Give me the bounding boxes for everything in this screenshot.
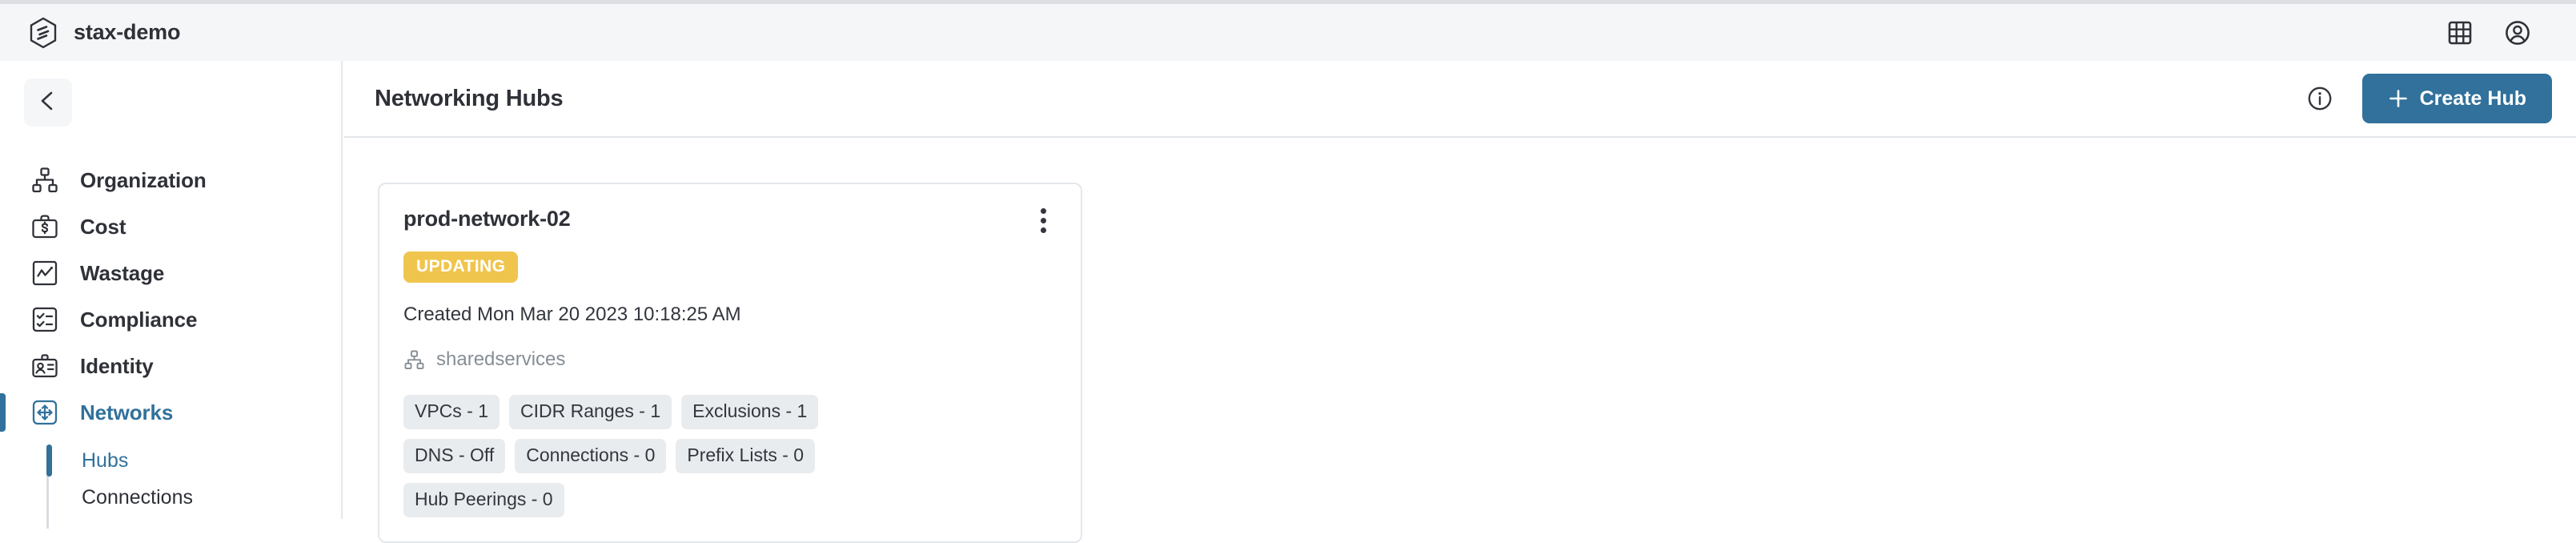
chevron-left-icon — [37, 90, 59, 116]
kebab-dot — [1040, 207, 1046, 214]
hub-organization: sharedservices — [403, 348, 1057, 371]
main-content: prod-network-02 UPDATING Created Mon Mar… — [344, 139, 2576, 543]
sidebar-subitem-connections[interactable]: Connections — [46, 479, 343, 516]
kebab-dot — [1040, 227, 1046, 233]
brand-name: stax-demo — [74, 20, 181, 44]
hub-organization-name: sharedservices — [436, 348, 566, 370]
sidebar-subnav-networks: Hubs Connections — [0, 442, 343, 529]
create-hub-button-label: Create Hub — [2419, 86, 2526, 110]
sidebar-collapse-button[interactable] — [24, 78, 72, 127]
stax-hexagon-logo-icon — [29, 17, 58, 49]
sidebar-item-cost[interactable]: Cost — [0, 203, 343, 250]
sidebar: Organization Cost Wastage Compliance Ide… — [0, 61, 343, 529]
stat-chip: CIDR Ranges - 1 — [509, 395, 672, 429]
sidebar-item-wastage[interactable]: Wastage — [0, 250, 343, 296]
checklist-square-icon — [30, 305, 59, 334]
hub-card-title: prod-network-02 — [403, 207, 571, 231]
chart-line-square-icon — [30, 259, 59, 288]
stat-chip: Connections - 0 — [515, 439, 667, 473]
briefcase-dollar-icon — [30, 212, 59, 241]
sidebar-item-identity[interactable]: Identity — [0, 343, 343, 389]
sidebar-item-label: Cost — [80, 214, 126, 239]
kebab-dot — [1040, 217, 1046, 223]
top-bar: stax-demo — [0, 4, 2576, 61]
id-card-icon — [30, 352, 59, 380]
stat-chip: DNS - Off — [403, 439, 506, 473]
create-hub-button[interactable]: Create Hub — [2361, 74, 2552, 123]
kebab-menu-icon[interactable] — [1029, 207, 1057, 234]
hub-created-date: Created Mon Mar 20 2023 10:18:25 AM — [403, 304, 741, 325]
move-arrows-square-icon — [30, 398, 59, 427]
plus-icon — [2388, 88, 2409, 109]
page-title: Networking Hubs — [375, 85, 564, 111]
sidebar-nav: Organization Cost Wastage Compliance Ide… — [0, 157, 343, 529]
stat-chip: Exclusions - 1 — [681, 395, 819, 429]
sidebar-subitem-label: Connections — [82, 485, 193, 509]
sidebar-item-label: Compliance — [80, 307, 198, 332]
org-chart-icon — [403, 349, 425, 371]
stat-chip: Hub Peerings - 0 — [403, 483, 564, 517]
grid-apps-icon[interactable] — [2446, 19, 2474, 46]
hub-card[interactable]: prod-network-02 UPDATING Created Mon Mar… — [378, 183, 1082, 543]
sidebar-item-networks[interactable]: Networks — [0, 389, 343, 436]
org-chart-icon — [30, 166, 59, 195]
sidebar-item-label: Identity — [80, 353, 154, 378]
status-badge: UPDATING — [403, 251, 519, 283]
brand[interactable]: stax-demo — [29, 17, 180, 49]
sidebar-item-compliance[interactable]: Compliance — [0, 296, 343, 343]
user-circle-icon[interactable] — [2504, 19, 2531, 46]
sidebar-item-label: Networks — [80, 400, 174, 424]
sidebar-item-label: Wastage — [80, 260, 165, 285]
stat-chip: Prefix Lists - 0 — [676, 439, 816, 473]
sidebar-subitem-label: Hubs — [82, 448, 129, 472]
sidebar-subitem-hubs[interactable]: Hubs — [46, 442, 343, 479]
sidebar-item-label: Organization — [80, 167, 207, 192]
info-circle-icon[interactable] — [2306, 85, 2333, 112]
hub-stat-chips: VPCs - 1 CIDR Ranges - 1 Exclusions - 1 … — [403, 395, 916, 517]
stat-chip: VPCs - 1 — [403, 395, 500, 429]
hub-card-header: prod-network-02 — [403, 207, 1057, 234]
sidebar-item-organization[interactable]: Organization — [0, 157, 343, 203]
header-actions: Create Hub — [2306, 74, 2552, 123]
topbar-actions — [2446, 19, 2531, 46]
content-header: Networking Hubs Create Hub — [344, 61, 2576, 138]
